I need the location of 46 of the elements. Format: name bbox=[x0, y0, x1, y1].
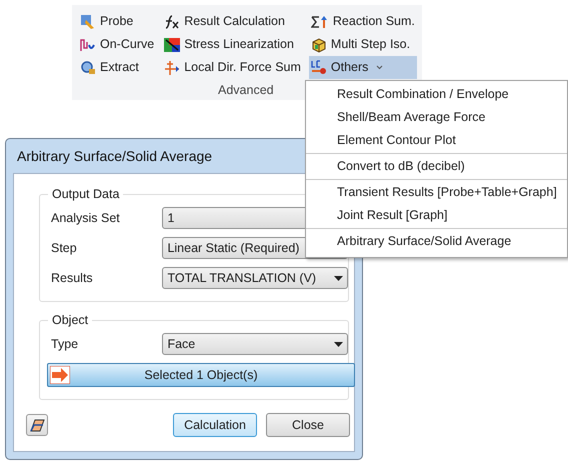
cube-icon bbox=[310, 36, 327, 52]
ribbon-button[interactable]: Stress Linearization bbox=[162, 33, 303, 56]
ribbon-button[interactable]: Result Calculation bbox=[162, 10, 303, 33]
field-label: Type bbox=[51, 336, 80, 353]
axes-icon bbox=[164, 60, 180, 76]
dropdown-value: Linear Static (Required) bbox=[167, 240, 300, 257]
dropdown[interactable]: Face bbox=[162, 333, 348, 355]
menu-item[interactable]: Arbitrary Surface/Solid Average bbox=[306, 230, 567, 253]
menu-item[interactable]: Result Combination / Envelope bbox=[306, 83, 567, 106]
group-title: Object bbox=[48, 312, 92, 328]
menu-item[interactable]: Element Contour Plot bbox=[306, 129, 567, 152]
ribbon-button[interactable]: Extract bbox=[78, 56, 156, 79]
gradient-icon bbox=[164, 38, 180, 52]
dialog-button[interactable]: Close bbox=[266, 413, 350, 437]
dropdown-value: TOTAL TRANSLATION (V) bbox=[167, 270, 316, 287]
dropdown-arrow-icon bbox=[334, 342, 343, 346]
select-objects-button[interactable]: Selected 1 Object(s) bbox=[47, 363, 355, 387]
ribbon-button[interactable]: Local Dir. Force Sum bbox=[162, 56, 303, 79]
field-label: Results bbox=[51, 270, 94, 287]
function-icon bbox=[164, 14, 180, 28]
chevron-down-icon bbox=[376, 65, 384, 70]
eraser-button[interactable] bbox=[26, 414, 48, 436]
menu-item[interactable]: Convert to dB (decibel) bbox=[306, 155, 567, 178]
menu-item[interactable]: Shell/Beam Average Force bbox=[306, 106, 567, 129]
ribbon-button[interactable]: Reaction Sum. bbox=[308, 10, 417, 33]
curve-icon bbox=[80, 36, 96, 52]
ribbon-group-label: Advanced bbox=[218, 82, 274, 99]
group-title: Output Data bbox=[48, 186, 124, 202]
load-case-icon bbox=[310, 60, 327, 76]
dropdown[interactable]: TOTAL TRANSLATION (V) bbox=[162, 267, 348, 289]
ribbon-button[interactable]: Multi Step Iso. bbox=[308, 33, 417, 56]
field-label: Step bbox=[51, 240, 78, 257]
eraser-icon bbox=[30, 418, 44, 432]
magnifier-icon bbox=[80, 60, 96, 76]
menu-item[interactable]: Transient Results [Probe+Table+Graph] bbox=[306, 181, 567, 204]
dropdown-value: 1 bbox=[167, 210, 174, 227]
dropdown-value: Face bbox=[167, 336, 196, 353]
probe-icon bbox=[80, 14, 96, 30]
sigma-icon bbox=[310, 14, 329, 28]
ribbon-button[interactable]: Others bbox=[308, 56, 417, 79]
dropdown-arrow-icon bbox=[334, 276, 343, 280]
dialog-button[interactable]: Calculation bbox=[173, 413, 257, 437]
ribbon-button[interactable]: Probe bbox=[78, 10, 156, 33]
field-label: Analysis Set bbox=[51, 210, 121, 227]
arrow-right-icon bbox=[50, 366, 70, 384]
ribbon-button[interactable]: On-Curve bbox=[78, 33, 156, 56]
